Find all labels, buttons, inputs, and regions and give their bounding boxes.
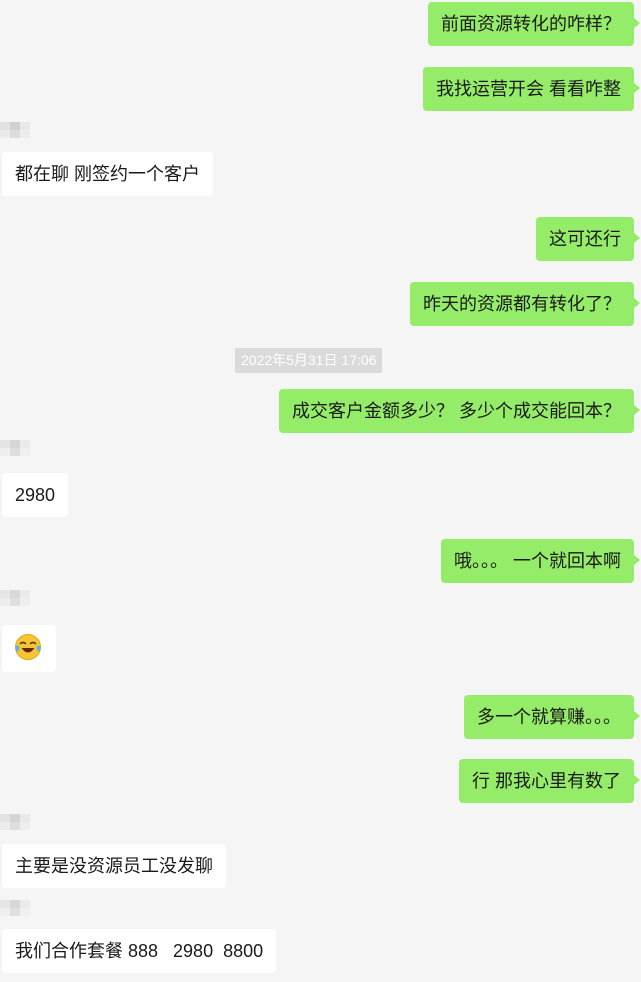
avatar[interactable] — [0, 440, 40, 464]
avatar[interactable] — [0, 122, 40, 146]
laughing-crying-emoji-icon — [15, 634, 41, 660]
message-bubble-outgoing[interactable]: 行 那我心里有数了 — [458, 759, 641, 803]
message-bubble-outgoing[interactable]: 这可还行 — [536, 217, 640, 261]
chat-window: 前面资源转化的咋样？ 我找运营开会 看看咋整 都在聊 刚签约一个客户 这可还行 … — [0, 0, 641, 982]
message-bubble-outgoing[interactable]: 多一个就算赚。。。 — [464, 695, 640, 739]
message-bubble-outgoing[interactable]: 前面资源转化的咋样？ — [428, 2, 640, 46]
message-bubble-outgoing[interactable]: 哦。。。 一个就回本啊 — [441, 539, 640, 583]
avatar[interactable] — [0, 900, 40, 924]
message-bubble-incoming[interactable]: 我们合作套餐 888 2980 8800 — [2, 929, 277, 973]
message-bubble-incoming[interactable]: 都在聊 刚签约一个客户 — [2, 152, 213, 196]
message-bubble-outgoing[interactable]: 昨天的资源都有转化了？ — [410, 282, 640, 326]
message-bubble-incoming[interactable]: 2980 — [2, 473, 69, 517]
message-bubble-outgoing[interactable]: 成交客户金额多少？ 多少个成交能回本？ — [279, 389, 640, 433]
timestamp: 2022年5月31日 17:06 — [235, 348, 383, 373]
message-bubble-incoming[interactable]: 主要是没资源员工没发聊 — [2, 844, 226, 888]
message-bubble-outgoing[interactable]: 我找运营开会 看看咋整 — [423, 67, 640, 111]
avatar[interactable] — [0, 814, 40, 838]
avatar[interactable] — [0, 590, 40, 614]
